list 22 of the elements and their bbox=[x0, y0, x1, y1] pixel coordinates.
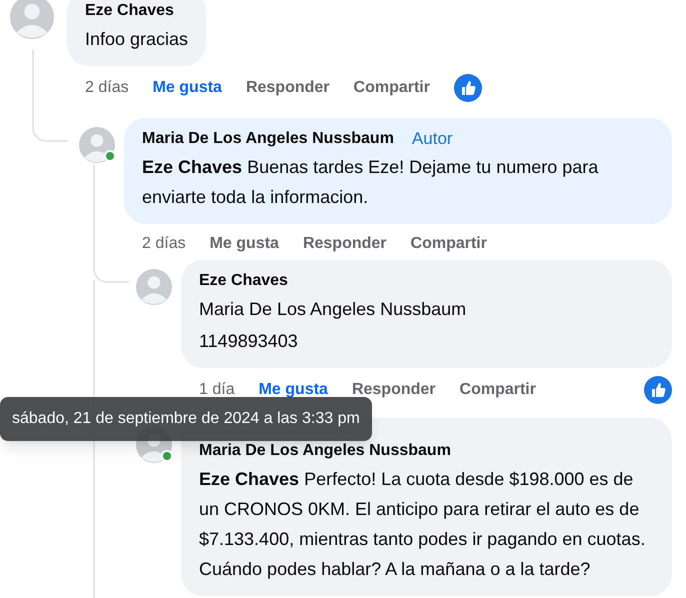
share-link[interactable]: Compartir bbox=[354, 76, 430, 100]
comment-text: Infoo gracias bbox=[85, 28, 188, 51]
reply-link[interactable]: Responder bbox=[302, 232, 387, 256]
like-reaction-icon[interactable] bbox=[644, 376, 672, 404]
like-link[interactable]: Me gusta bbox=[152, 76, 222, 100]
author-name[interactable]: Maria De Los Angeles Nussbaum bbox=[142, 128, 394, 150]
comment-text: Eze Chaves Buenas tardes Eze! Dejame tu numero para enviarte toda la informacion. bbox=[142, 156, 600, 209]
date-tooltip: sábado, 21 de septiembre de 2024 a las 3:33 pm bbox=[0, 397, 372, 441]
like-reaction-icon[interactable] bbox=[454, 74, 482, 102]
author-name[interactable]: Eze Chaves bbox=[199, 270, 288, 292]
comment-text: Eze Chaves Perfecto! La cuota desde $198.000 es de un CRONOS 0KM. El anticipo para retirar el auto es de $7.133.400, mientras tanto podes ir pagando en cuotas. Cuándo podes hablar? A la mañana o a la tarde? bbox=[199, 468, 646, 581]
timestamp-link[interactable]: 2 días bbox=[142, 232, 186, 256]
like-link[interactable]: Me gusta bbox=[210, 232, 279, 256]
reply-link[interactable]: Responder bbox=[246, 76, 330, 100]
share-link[interactable]: Compartir bbox=[410, 232, 487, 256]
author-label: Autor bbox=[412, 128, 453, 150]
share-link[interactable]: Compartir bbox=[460, 378, 536, 402]
comment-text: Maria De Los Angeles Nussbaum bbox=[199, 298, 468, 321]
author-name[interactable]: Maria De Los Angeles Nussbaum bbox=[199, 440, 451, 462]
timestamp-link[interactable]: 2 días bbox=[85, 76, 129, 100]
author-name[interactable]: Eze Chaves bbox=[85, 0, 174, 22]
comment-text: 1149893403 bbox=[199, 330, 299, 353]
